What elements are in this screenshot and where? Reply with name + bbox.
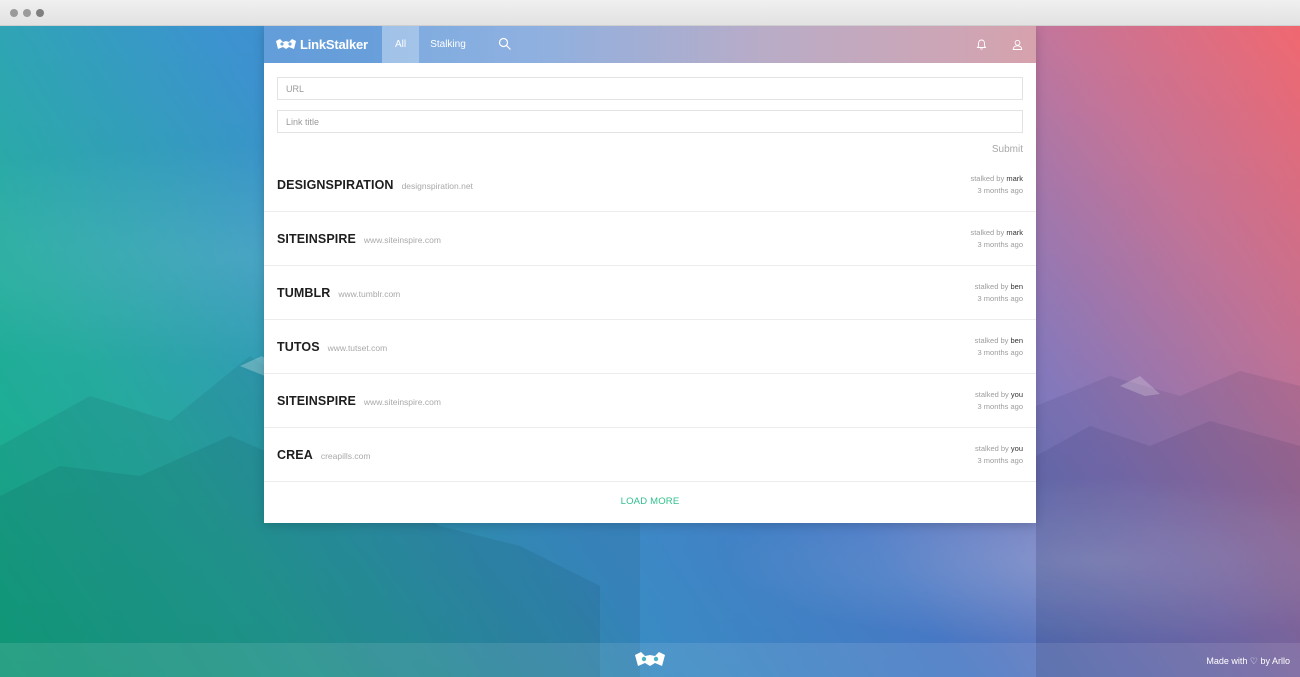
- raccoon-mask-icon[interactable]: [634, 651, 666, 669]
- link-meta: stalked by ben 3 months ago: [975, 335, 1023, 359]
- link-name[interactable]: TUMBLR: [277, 286, 330, 300]
- link-name[interactable]: DESIGNSPIRATION: [277, 178, 394, 192]
- link-meta: stalked by mark 3 months ago: [970, 227, 1023, 251]
- window-titlebar: [0, 0, 1300, 26]
- link-meta: stalked by mark 3 months ago: [970, 173, 1023, 197]
- brand-name: LinkStalker: [300, 37, 368, 52]
- link-timestamp: 3 months ago: [977, 294, 1023, 303]
- main-card: LinkStalker All Stalking Submit DESIGNSP…: [264, 26, 1036, 523]
- url-input[interactable]: [277, 77, 1023, 100]
- stalker-username[interactable]: mark: [1006, 228, 1023, 237]
- search-icon[interactable]: [498, 37, 512, 51]
- stalked-by-label: stalked by: [975, 390, 1009, 399]
- bell-icon[interactable]: [976, 39, 987, 50]
- link-title-input[interactable]: [277, 110, 1023, 133]
- stalker-username[interactable]: ben: [1010, 282, 1023, 291]
- stalker-username[interactable]: ben: [1010, 336, 1023, 345]
- stalker-username[interactable]: you: [1011, 390, 1023, 399]
- link-timestamp: 3 months ago: [977, 348, 1023, 357]
- link-timestamp: 3 months ago: [977, 402, 1023, 411]
- tab-stalking[interactable]: Stalking: [419, 26, 477, 63]
- list-item: SITEINSPIRE www.siteinspire.com stalked b…: [264, 212, 1036, 266]
- link-title[interactable]: DESIGNSPIRATION designspiration.net: [277, 178, 473, 192]
- link-domain: creapills.com: [320, 451, 371, 461]
- submit-button[interactable]: Submit: [992, 144, 1023, 155]
- link-timestamp: 3 months ago: [977, 456, 1023, 465]
- link-title[interactable]: CREA creapills.com: [277, 448, 370, 462]
- list-item: CREA creapills.com stalked by you 3 months…: [264, 428, 1036, 482]
- link-domain: www.tumblr.com: [338, 289, 401, 299]
- link-list: DESIGNSPIRATION designspiration.net stalk…: [264, 158, 1036, 482]
- link-title[interactable]: TUTOS www.tutset.com: [277, 340, 387, 354]
- link-name[interactable]: SITEINSPIRE: [277, 232, 356, 246]
- footer-credit: Made with ♡ by Arllo: [1206, 656, 1290, 666]
- brand-logo[interactable]: LinkStalker: [264, 26, 382, 63]
- close-window-button[interactable]: [10, 9, 18, 17]
- load-more-button[interactable]: LOAD MORE: [264, 496, 1036, 507]
- minimize-window-button[interactable]: [23, 9, 31, 17]
- link-domain: designspiration.net: [401, 181, 473, 191]
- link-title[interactable]: SITEINSPIRE www.siteinspire.com: [277, 394, 441, 408]
- link-meta: stalked by you 3 months ago: [975, 389, 1023, 413]
- raccoon-mask-icon: [276, 38, 296, 49]
- footer: Made with ♡ by Arllo: [0, 643, 1300, 677]
- tab-all[interactable]: All: [382, 26, 419, 63]
- link-domain: www.siteinspire.com: [363, 235, 441, 245]
- link-domain: www.siteinspire.com: [363, 397, 441, 407]
- link-domain: www.tutset.com: [327, 343, 388, 353]
- user-icon[interactable]: [1012, 39, 1023, 50]
- list-item: DESIGNSPIRATION designspiration.net stalk…: [264, 158, 1036, 212]
- stalked-by-label: stalked by: [970, 228, 1005, 237]
- stalked-by-label: stalked by: [974, 282, 1009, 291]
- stalker-username[interactable]: mark: [1006, 174, 1023, 183]
- page-background: LinkStalker All Stalking Submit DESIGNSP…: [0, 26, 1300, 677]
- stalked-by-label: stalked by: [970, 174, 1005, 183]
- link-meta: stalked by ben 3 months ago: [975, 281, 1023, 305]
- stalked-by-label: stalked by: [974, 336, 1009, 345]
- link-timestamp: 3 months ago: [977, 186, 1023, 195]
- link-title[interactable]: TUMBLR www.tumblr.com: [277, 286, 400, 300]
- stalker-username[interactable]: you: [1011, 444, 1023, 453]
- link-name[interactable]: SITEINSPIRE: [277, 394, 356, 408]
- top-navbar: LinkStalker All Stalking: [264, 26, 1036, 63]
- link-title[interactable]: SITEINSPIRE www.siteinspire.com: [277, 232, 441, 246]
- link-name[interactable]: CREA: [277, 448, 313, 462]
- link-name[interactable]: TUTOS: [277, 340, 320, 354]
- link-meta: stalked by you 3 months ago: [975, 443, 1023, 467]
- stalked-by-label: stalked by: [975, 444, 1009, 453]
- list-item: TUTOS www.tutset.com stalked by ben 3 mont…: [264, 320, 1036, 374]
- list-item: TUMBLR www.tumblr.com stalked by ben 3 mon…: [264, 266, 1036, 320]
- link-timestamp: 3 months ago: [977, 240, 1023, 249]
- list-item: SITEINSPIRE www.siteinspire.com stalked b…: [264, 374, 1036, 428]
- zoom-window-button[interactable]: [36, 9, 44, 17]
